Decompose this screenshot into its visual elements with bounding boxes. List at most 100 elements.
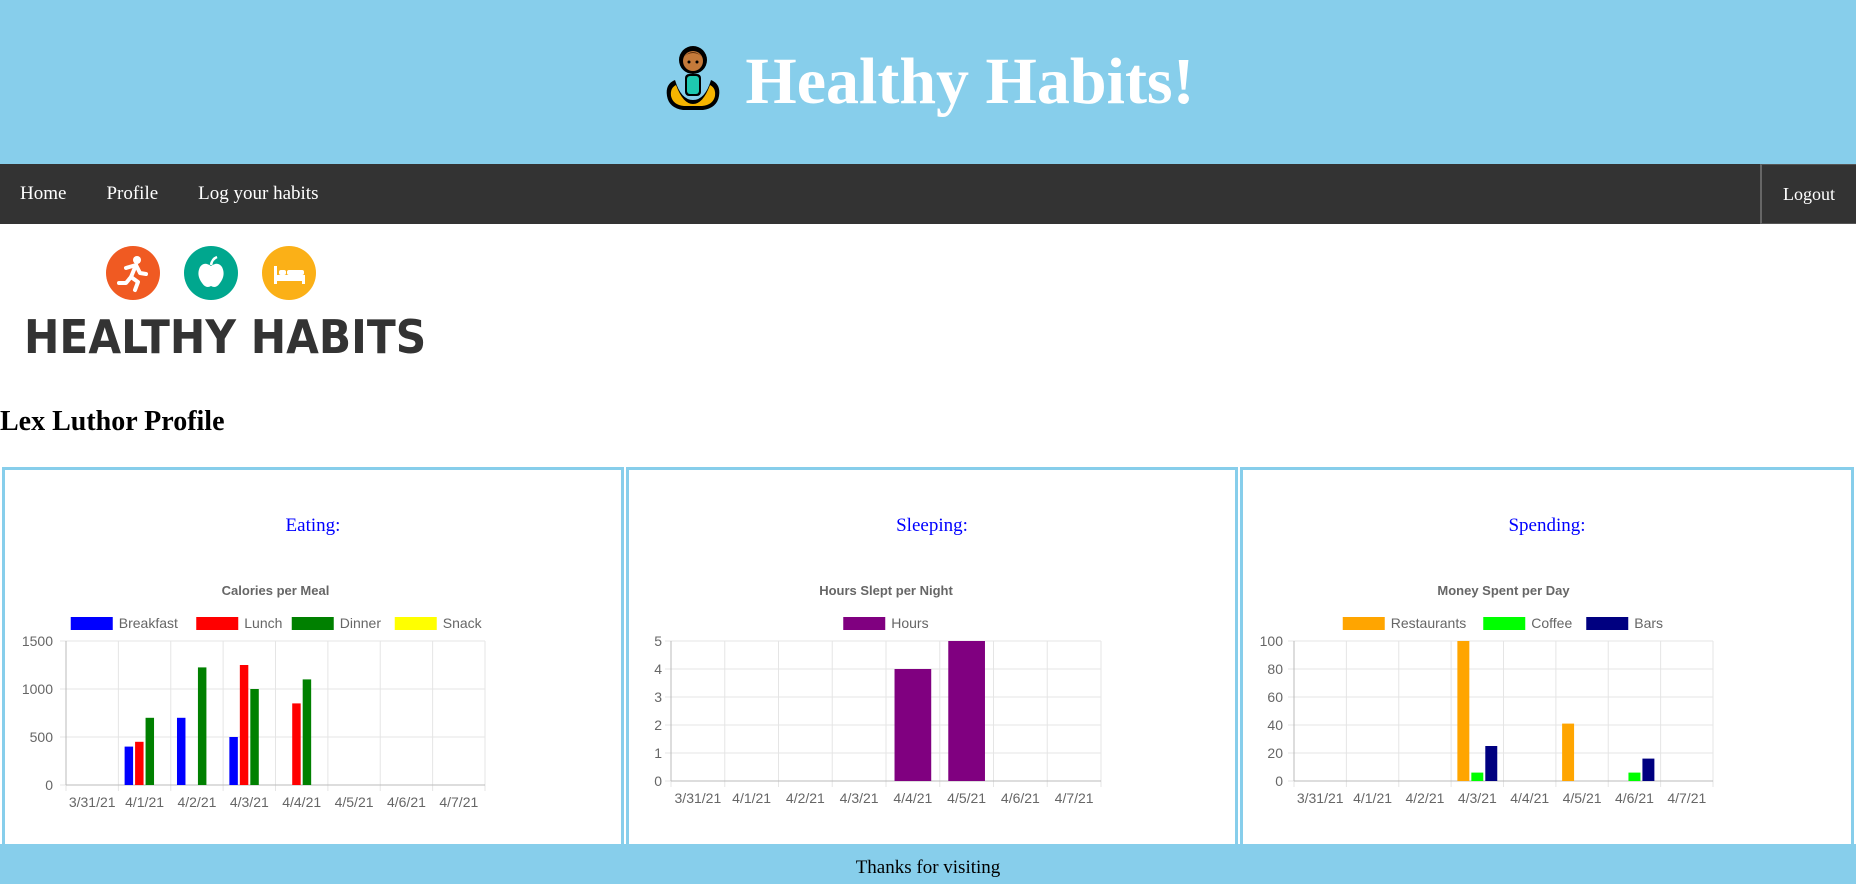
x-tick-label: 4/4/21 — [1510, 790, 1549, 806]
y-tick-label: 60 — [1267, 689, 1283, 705]
legend-label[interactable]: Lunch — [244, 615, 282, 631]
legend-swatch[interactable] — [1483, 617, 1526, 630]
bar[interactable] — [1471, 772, 1484, 781]
bar[interactable] — [948, 641, 985, 781]
x-tick-label: 4/6/21 — [1001, 790, 1040, 806]
bar[interactable] — [1642, 758, 1655, 781]
legend-label[interactable]: Coffee — [1531, 615, 1572, 631]
x-tick-label: 4/5/21 — [335, 794, 374, 810]
sleeping-chart: Hours Slept per Night Hours 0 1 2 3 4 5 3/31/21 4… — [654, 583, 1102, 806]
bar[interactable] — [1457, 641, 1470, 781]
y-tick-label: 500 — [30, 729, 54, 745]
eating-panel: Eating: Calories per Meal Breakfast Lunch D… — [2, 467, 624, 844]
x-tick-label: 3/31/21 — [69, 794, 116, 810]
x-tick-label: 4/7/21 — [1055, 790, 1094, 806]
healthy-habits-logo: HEALTHY HABITS — [22, 246, 426, 364]
site-header: Healthy Habits! — [0, 0, 1856, 164]
x-tick-label: 3/31/21 — [675, 790, 722, 806]
x-tick-label: 4/2/21 — [786, 790, 825, 806]
bar[interactable] — [229, 737, 238, 785]
x-tick-label: 4/4/21 — [282, 794, 321, 810]
bed-icon — [262, 246, 316, 300]
y-tick-label: 0 — [654, 773, 662, 789]
nav-log-habits-link[interactable]: Log your habits — [178, 164, 338, 224]
bar[interactable] — [1628, 772, 1641, 781]
bar[interactable] — [239, 665, 249, 785]
sleeping-panel: Sleeping: Hours Slept per Night Hours 0 1 2 3… — [626, 467, 1238, 844]
y-tick-label: 5 — [654, 633, 662, 649]
x-tick-label: 4/1/21 — [125, 794, 164, 810]
spending-panel: Spending: Money Spent per Day Restaurants… — [1240, 467, 1854, 844]
header-inner: Healthy Habits! — [661, 44, 1195, 121]
x-tick-label: 4/7/21 — [1667, 790, 1706, 806]
legend-label[interactable]: Snack — [443, 615, 483, 631]
apple-icon — [184, 246, 238, 300]
chart-title: Money Spent per Day — [1437, 583, 1570, 598]
spending-chart: Money Spent per Day Restaurants Coffee Bars… — [1260, 583, 1714, 806]
x-tick-label: 4/2/21 — [1405, 790, 1444, 806]
y-tick-label: 0 — [45, 777, 53, 793]
nav-home-link[interactable]: Home — [0, 164, 86, 224]
x-tick-label: 4/2/21 — [177, 794, 216, 810]
x-tick-label: 4/6/21 — [1615, 790, 1654, 806]
legend-label[interactable]: Hours — [891, 615, 928, 631]
profile-title: Lex Luthor Profile — [0, 406, 225, 437]
x-tick-label: 4/3/21 — [840, 790, 879, 806]
person-meditating-icon — [661, 44, 725, 121]
legend-label[interactable]: Breakfast — [119, 615, 178, 631]
bar[interactable] — [197, 667, 207, 785]
y-tick-label: 1000 — [22, 681, 53, 697]
logo-text: HEALTHY HABITS — [24, 310, 427, 364]
legend-swatch[interactable] — [394, 617, 437, 630]
chart-title: Hours Slept per Night — [819, 583, 953, 598]
y-tick-label: 3 — [654, 689, 662, 705]
legend-swatch[interactable] — [1342, 617, 1385, 630]
x-tick-label: 4/4/21 — [893, 790, 932, 806]
navbar: Home Profile Log your habits Logout — [0, 164, 1856, 224]
bar[interactable] — [135, 741, 144, 785]
bar[interactable] — [176, 717, 186, 785]
x-tick-label: 4/7/21 — [439, 794, 478, 810]
y-tick-label: 20 — [1267, 745, 1283, 761]
legend-label[interactable]: Restaurants — [1391, 615, 1466, 631]
bar[interactable] — [250, 689, 259, 785]
x-tick-label: 4/1/21 — [1353, 790, 1392, 806]
x-tick-label: 4/5/21 — [947, 790, 986, 806]
footer-text: Thanks for visiting — [855, 857, 1001, 878]
bar[interactable] — [302, 679, 312, 785]
legend-label[interactable]: Bars — [1634, 615, 1663, 631]
y-tick-label: 100 — [1260, 633, 1284, 649]
site-footer: Thanks for visiting — [0, 844, 1856, 884]
legend-label[interactable]: Dinner — [340, 615, 382, 631]
x-tick-label: 4/3/21 — [230, 794, 269, 810]
bar[interactable] — [1562, 723, 1575, 781]
y-tick-label: 2 — [654, 717, 662, 733]
bar[interactable] — [1485, 746, 1498, 781]
bar[interactable] — [145, 717, 155, 785]
y-tick-label: 0 — [1275, 773, 1283, 789]
legend-swatch[interactable] — [291, 617, 334, 630]
y-tick-label: 1 — [654, 745, 662, 761]
bar[interactable] — [894, 669, 932, 781]
nav-profile-link[interactable]: Profile — [86, 164, 178, 224]
x-tick-label: 4/6/21 — [387, 794, 426, 810]
eating-chart: Calories per Meal Breakfast Lunch Dinner Sna… — [22, 583, 486, 810]
legend-swatch[interactable] — [1586, 617, 1629, 630]
y-tick-label: 40 — [1267, 717, 1283, 733]
x-tick-label: 4/1/21 — [732, 790, 771, 806]
legend-swatch[interactable] — [70, 617, 113, 630]
x-tick-label: 4/3/21 — [1458, 790, 1497, 806]
legend-swatch[interactable] — [843, 617, 886, 630]
x-tick-label: 4/5/21 — [1563, 790, 1602, 806]
bar[interactable] — [124, 746, 134, 785]
bar[interactable] — [292, 703, 301, 785]
logout-button[interactable]: Logout — [1760, 164, 1856, 224]
y-tick-label: 1500 — [22, 633, 53, 649]
site-title: Healthy Habits! — [745, 45, 1195, 118]
y-tick-label: 4 — [654, 661, 662, 677]
chart-title: Calories per Meal — [222, 583, 330, 598]
y-tick-label: 80 — [1267, 661, 1283, 677]
nav-links: Home Profile Log your habits — [0, 164, 338, 224]
x-tick-label: 3/31/21 — [1297, 790, 1344, 806]
legend-swatch[interactable] — [196, 617, 239, 630]
